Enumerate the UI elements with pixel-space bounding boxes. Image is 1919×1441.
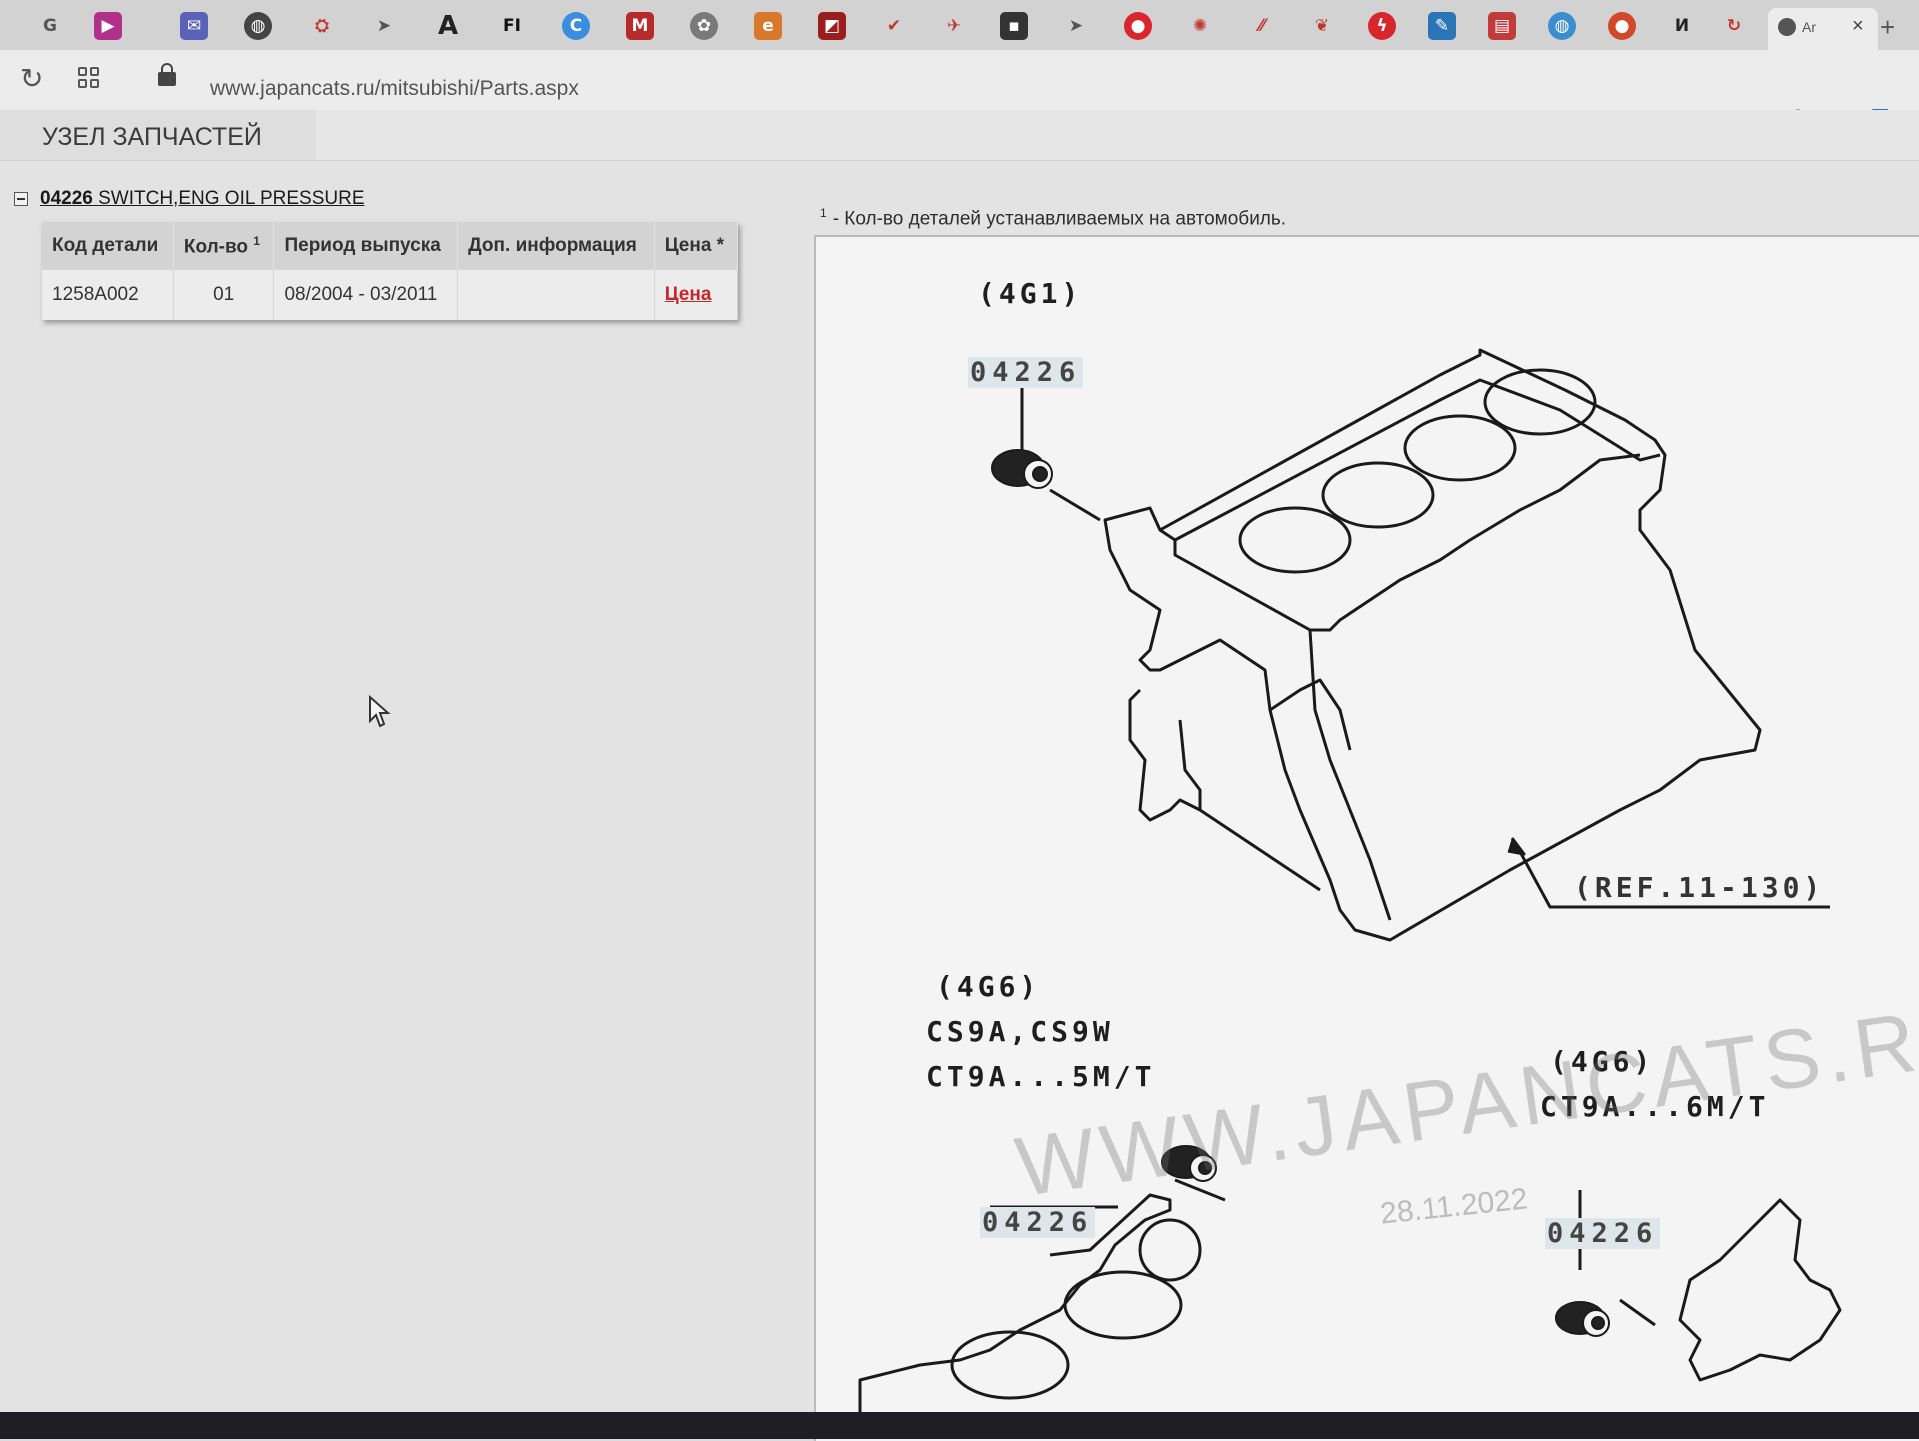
gear-icon[interactable]: ✿ xyxy=(690,12,718,40)
m-icon[interactable]: M xyxy=(626,12,654,40)
network-icon[interactable]: ⛭ xyxy=(308,12,336,40)
c-icon[interactable]: C xyxy=(562,12,590,40)
models-a-line2: CT9A...5M/T xyxy=(926,1060,1156,1093)
fire-icon[interactable]: ● xyxy=(1608,12,1636,40)
calendar-icon[interactable]: ▤ xyxy=(1488,12,1516,40)
active-tab-label: Ar xyxy=(1802,19,1816,35)
tab-bar: G ▶ ✉ ◍ ⛭ ➤ A FI C M ✿ e ◩ ✔ ✈ ▪ ➤ ● ✺ ⁄… xyxy=(0,0,1919,51)
close-icon[interactable]: × xyxy=(1852,15,1864,38)
engine-label-4g6-a: (4G6) xyxy=(936,970,1041,1003)
dark-icon[interactable]: ▪ xyxy=(1000,12,1028,40)
send-icon[interactable]: ➤ xyxy=(370,12,398,40)
square-icon[interactable]: ◩ xyxy=(818,12,846,40)
telegram-icon[interactable]: ➤ xyxy=(1062,12,1090,40)
models-a-line1: CS9A,CS9W xyxy=(926,1015,1114,1048)
slash-icon[interactable]: ⁄⁄ xyxy=(1248,12,1276,40)
globe-icon xyxy=(1778,18,1796,36)
os-taskbar xyxy=(0,1412,1919,1439)
edit-icon[interactable]: ✎ xyxy=(1428,12,1456,40)
globe-icon[interactable]: ◍ xyxy=(244,12,272,40)
page-content: УЗЕЛ ЗАПЧАСТЕЙ 04226 SWITCH,ENG OIL PRES… xyxy=(0,110,1919,1441)
sun-icon[interactable]: ✺ xyxy=(1186,12,1214,40)
address-bar: ↻ www.japancats.ru/mitsubishi/Parts.aspx… xyxy=(0,50,1919,130)
lock-icon xyxy=(158,63,176,86)
active-tab[interactable]: Ar × xyxy=(1768,8,1878,50)
callout-04226-c[interactable]: 04226 xyxy=(1545,1218,1661,1249)
engine-label-4g1: (4G1) xyxy=(978,277,1083,310)
font-icon[interactable]: A xyxy=(434,11,462,41)
bird-icon[interactable]: ❦ xyxy=(1308,12,1336,40)
swirl-icon[interactable]: ↻ xyxy=(1720,12,1748,40)
check-icon[interactable]: ✔ xyxy=(880,12,908,40)
n-icon[interactable]: И xyxy=(1668,12,1696,40)
callout-04226-a[interactable]: 04226 xyxy=(968,357,1084,388)
plane-icon[interactable]: ✈ xyxy=(940,12,968,40)
bolt-icon[interactable]: ϟ xyxy=(1368,12,1396,40)
url-field[interactable]: www.japancats.ru/mitsubishi/Parts.aspx xyxy=(210,77,579,101)
ref-label[interactable]: (REF.11-130) xyxy=(1574,871,1824,904)
fi-icon[interactable]: FI xyxy=(498,12,526,40)
record-icon[interactable]: ● xyxy=(1124,12,1152,40)
mail-icon[interactable]: ✉ xyxy=(180,12,208,40)
reload-icon[interactable]: ↻ xyxy=(20,62,43,95)
new-tab-icon[interactable]: + xyxy=(1880,12,1895,43)
play-icon[interactable]: ▶ xyxy=(94,12,122,40)
world-icon[interactable]: ◍ xyxy=(1548,12,1576,40)
google-icon[interactable]: G xyxy=(36,12,64,40)
e-icon[interactable]: e xyxy=(754,12,782,40)
apps-grid-icon[interactable] xyxy=(78,67,102,91)
